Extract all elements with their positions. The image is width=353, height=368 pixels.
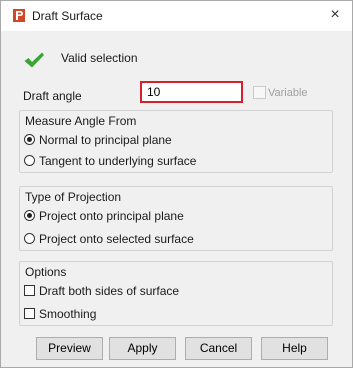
draft-surface-dialog: Draft Surface × Valid selection Draft an… xyxy=(0,0,353,368)
app-icon xyxy=(13,9,25,22)
radio-label: Project onto principal plane xyxy=(39,209,184,223)
radio-label: Normal to principal plane xyxy=(39,133,172,147)
preview-button[interactable]: Preview xyxy=(36,337,103,360)
status-text: Valid selection xyxy=(61,51,138,65)
checkbox-label: Draft both sides of surface xyxy=(39,284,180,298)
variable-checkbox[interactable] xyxy=(253,86,266,99)
projection-type-group: Type of Projection Project onto principa… xyxy=(19,186,333,251)
projection-type-legend: Type of Projection xyxy=(23,190,124,204)
window-title: Draft Surface xyxy=(32,9,103,23)
checkbox-label: Smoothing xyxy=(39,307,97,321)
apply-button[interactable]: Apply xyxy=(109,337,176,360)
measure-angle-legend: Measure Angle From xyxy=(23,114,139,128)
radio-label: Project onto selected surface xyxy=(39,232,194,246)
measure-angle-group: Measure Angle From Normal to principal p… xyxy=(19,110,333,173)
green-check-icon xyxy=(24,52,44,68)
checkbox[interactable] xyxy=(24,308,35,319)
title-bar[interactable]: Draft Surface × xyxy=(1,1,352,31)
draft-angle-label: Draft angle xyxy=(23,89,82,103)
options-group: Options Draft both sides of surface Smoo… xyxy=(19,261,333,326)
radio-button[interactable] xyxy=(24,233,35,244)
cancel-button[interactable]: Cancel xyxy=(185,337,252,360)
radio-button-selected[interactable] xyxy=(24,134,35,145)
close-button[interactable]: × xyxy=(318,1,352,31)
help-button[interactable]: Help xyxy=(261,337,328,360)
radio-button-selected[interactable] xyxy=(24,210,35,221)
variable-label: Variable xyxy=(268,87,308,99)
draft-angle-input[interactable] xyxy=(140,81,243,103)
options-legend: Options xyxy=(23,265,69,279)
radio-label: Tangent to underlying surface xyxy=(39,154,197,168)
checkbox[interactable] xyxy=(24,285,35,296)
radio-button[interactable] xyxy=(24,155,35,166)
